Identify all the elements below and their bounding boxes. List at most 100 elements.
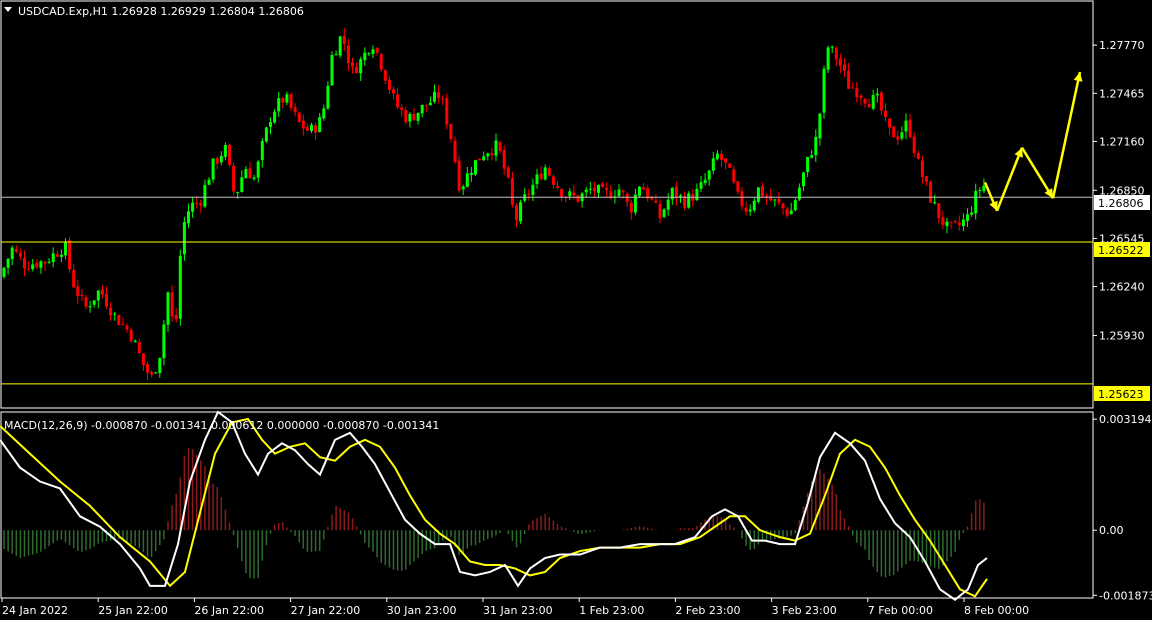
candle-body <box>568 191 572 197</box>
candle-body <box>43 261 47 264</box>
candle <box>379 52 383 73</box>
candle-body <box>621 190 625 193</box>
candle <box>843 58 846 77</box>
candle-body <box>654 200 658 203</box>
candle <box>383 69 387 85</box>
candle-body <box>802 172 805 187</box>
candle-body <box>679 195 682 197</box>
candle <box>523 188 527 203</box>
candle <box>392 86 395 100</box>
projection-arrows[interactable] <box>983 71 1083 212</box>
candle-body <box>199 203 203 206</box>
candle <box>269 117 272 135</box>
candle-body <box>39 261 43 268</box>
candle-body <box>584 189 588 193</box>
candle <box>178 249 182 326</box>
candle-body <box>383 70 387 81</box>
candle <box>584 186 588 198</box>
candle-body <box>793 200 797 211</box>
candle <box>416 112 420 125</box>
candle <box>970 206 974 217</box>
candle <box>904 113 908 140</box>
candle <box>683 191 687 211</box>
candle-body <box>420 104 424 114</box>
candle <box>396 88 400 110</box>
candle <box>27 261 31 271</box>
candle-body <box>834 48 838 60</box>
candle-body <box>949 221 953 223</box>
candle-body <box>117 315 121 326</box>
candle <box>244 166 248 179</box>
candle <box>420 104 424 118</box>
candle-body <box>908 119 912 137</box>
candle-body <box>174 314 178 320</box>
candle <box>937 203 941 224</box>
candle <box>371 45 375 59</box>
candle <box>953 220 957 224</box>
candle-body <box>822 68 826 113</box>
candle <box>875 87 879 103</box>
candle <box>781 202 785 216</box>
candle <box>260 138 264 168</box>
candle-body <box>863 98 867 104</box>
candle <box>797 183 801 202</box>
candle-body <box>359 59 363 74</box>
candle-body <box>982 185 986 192</box>
candle-body <box>576 195 580 202</box>
candle <box>818 112 822 146</box>
candle <box>18 248 22 261</box>
candle-body <box>351 62 354 67</box>
candle <box>59 249 63 263</box>
candle-body <box>367 53 371 55</box>
candle-body <box>379 54 383 70</box>
candle-body <box>773 199 777 201</box>
candle <box>638 185 641 198</box>
candle-body <box>810 155 814 158</box>
macd-tick-label: 0.00 <box>1099 524 1124 537</box>
candle-body <box>18 252 22 257</box>
candle-body <box>642 187 646 190</box>
candle <box>158 357 162 378</box>
candle <box>580 191 584 208</box>
candle <box>711 151 715 175</box>
candle <box>141 353 145 371</box>
candle <box>966 208 969 228</box>
chart-area[interactable]: 1.277701.274651.271601.268501.265451.262… <box>0 0 1152 620</box>
candle <box>761 182 764 198</box>
candle-body <box>884 110 887 118</box>
candle <box>31 259 35 272</box>
candle <box>756 187 760 204</box>
candle-body <box>687 193 691 208</box>
candle <box>961 213 965 232</box>
candle-body <box>6 258 10 268</box>
candle-body <box>535 174 539 185</box>
candle-body <box>494 140 498 156</box>
price-tick-label: 1.26240 <box>1099 281 1145 294</box>
candle-body <box>84 297 88 307</box>
candle-body <box>945 221 949 227</box>
candle-body <box>732 169 736 183</box>
candle <box>437 85 441 104</box>
candle-body <box>453 140 457 163</box>
candle <box>64 238 67 260</box>
candle <box>674 181 678 206</box>
candle-body <box>740 191 744 207</box>
macd-tick-label: -0.001873 <box>1099 589 1152 602</box>
collapse-triangle-icon[interactable] <box>4 7 12 12</box>
candle <box>322 104 326 121</box>
candle-body <box>457 160 461 191</box>
candle <box>662 208 666 219</box>
resistance-price-label: 1.26522 <box>1098 244 1144 257</box>
candle-body <box>47 261 51 263</box>
candle-body <box>744 207 748 212</box>
candle <box>515 203 518 228</box>
candle-body <box>551 176 555 185</box>
candle <box>305 123 309 132</box>
candle <box>785 207 789 219</box>
candle-body <box>88 306 92 308</box>
candle-body <box>666 199 670 210</box>
candle <box>724 158 728 170</box>
candle <box>363 47 367 66</box>
candle <box>367 52 371 57</box>
candle <box>793 198 797 212</box>
